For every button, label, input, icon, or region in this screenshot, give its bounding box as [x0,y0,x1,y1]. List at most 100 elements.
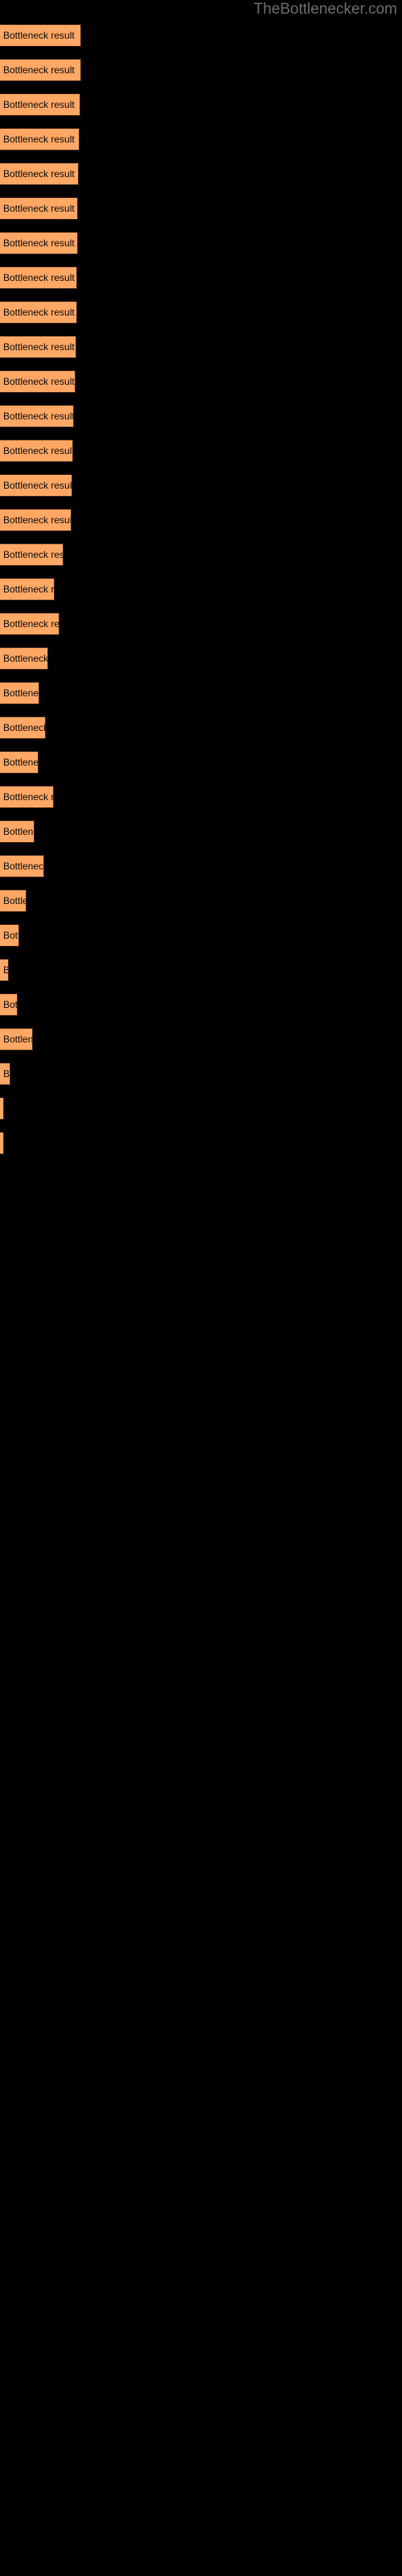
bar-label: Bottleneck result [3,722,46,733]
bar-label: Bottleneck result [3,203,75,214]
bar-label: Bottleneck result [3,99,75,110]
bar-label: Bottleneck result [3,514,72,526]
bar-bottleneck-result[interactable]: Bottleneck result [0,474,72,497]
bar-row: Bottleneck result [0,474,402,509]
bar-bottleneck-result[interactable]: Bottleneck result [0,509,72,531]
bar-label: Bottleneck result [3,895,26,906]
bar-row: Bottleneck result [0,890,402,924]
bar-label: Bottleneck result [3,168,75,180]
bar-bottleneck-result[interactable]: Bottleneck result [0,543,64,566]
bar-bottleneck-result[interactable]: Bottleneck result [0,163,79,185]
bar-label: Bottleneck result [3,1103,4,1114]
bar-bottleneck-result[interactable]: Bottleneck result [0,197,78,220]
bar-bottleneck-result[interactable]: Bottleneck result [0,578,55,601]
bar-bottleneck-result[interactable]: Bottleneck result [0,1132,4,1154]
bar-row: Bottleneck result [0,682,402,716]
bar-label: Bottleneck result [3,549,64,560]
bar-row: Bottleneck result [0,855,402,890]
bar-bottleneck-result[interactable]: Bottleneck result [0,405,74,427]
bar-bottleneck-result[interactable]: Bottleneck result [0,786,54,808]
bar-row: Bottleneck result [0,924,402,959]
bar-bottleneck-result[interactable]: Bottleneck result [0,370,76,393]
bar-bottleneck-result[interactable]: Bottleneck result [0,716,46,739]
bar-row: Bottleneck result [0,647,402,682]
bar-label: Bottleneck result [3,861,44,872]
bar-bottleneck-result[interactable]: Bottleneck result [0,855,44,877]
bar-row: Bottleneck result [0,820,402,855]
bar-bottleneck-result[interactable]: Bottleneck result [0,1063,10,1085]
bar-bottleneck-result[interactable]: Bottleneck result [0,820,35,843]
bar-bottleneck-result[interactable]: Bottleneck result [0,266,77,289]
bar-row: Bottleneck result [0,578,402,613]
bar-label: Bottleneck result [3,1034,33,1045]
bar-row: Bottleneck result [0,197,402,232]
bar-label: Bottleneck result [3,930,18,941]
bar-label: Bottleneck result [3,653,48,664]
bar-bottleneck-result[interactable]: Bottleneck result [0,890,27,912]
bar-bottleneck-result[interactable]: Bottleneck result [0,993,18,1016]
bar-label: Bottleneck result [3,584,55,595]
page-title: TheBottlenecker.com [253,1,397,18]
bar-row: Bottleneck result [0,509,402,543]
bar-label: Bottleneck result [3,341,75,353]
bar-row: Bottleneck result [0,301,402,336]
bar-row: Bottleneck result [0,59,402,93]
bar-label: Bottleneck result [3,411,74,422]
bar-bottleneck-result[interactable]: Bottleneck result [0,440,73,462]
bar-bottleneck-result[interactable]: Bottleneck result [0,301,77,324]
bar-label: Bottleneck result [3,791,54,803]
bar-bottleneck-result[interactable]: Bottleneck result [0,93,80,116]
bar-row: Bottleneck result [0,232,402,266]
bar-row: Bottleneck result [0,751,402,786]
bar-bottleneck-result[interactable]: Bottleneck result [0,1028,33,1051]
bar-bottleneck-result[interactable]: Bottleneck result [0,24,81,47]
bar-label: Bottleneck result [3,826,34,837]
bar-row: Bottleneck result [0,405,402,440]
bar-row: Bottleneck result [0,1132,402,1166]
bar-row: Bottleneck result [0,24,402,59]
bar-label: Bottleneck result [3,237,75,249]
bar-row: Bottleneck result [0,266,402,301]
bar-bottleneck-result[interactable]: Bottleneck result [0,336,76,358]
bar-label: Bottleneck result [3,307,75,318]
bar-row: Bottleneck result [0,1028,402,1063]
bar-label: Bottleneck result [3,30,75,41]
bar-row: Bottleneck result [0,163,402,197]
bar-row: Bottleneck result [0,1063,402,1097]
bar-row: Bottleneck result [0,440,402,474]
bar-label: Bottleneck result [3,376,75,387]
bar-label: Bottleneck result [3,64,75,76]
bar-row: Bottleneck result [0,1097,402,1132]
bar-label: Bottleneck result [3,757,39,768]
bar-bottleneck-result[interactable]: Bottleneck result [0,647,48,670]
bar-label: Bottleneck result [3,999,18,1010]
bar-bottleneck-result[interactable]: Bottleneck result [0,959,9,981]
bar-bottleneck-result[interactable]: Bottleneck result [0,682,39,704]
bar-row: Bottleneck result [0,336,402,370]
bar-row: Bottleneck result [0,959,402,993]
bar-row: Bottleneck result [0,716,402,751]
bar-label: Bottleneck result [3,272,75,283]
bar-label: Bottleneck result [3,1137,4,1149]
bar-row: Bottleneck result [0,993,402,1028]
bar-label: Bottleneck result [3,964,8,976]
bar-bottleneck-result[interactable]: Bottleneck result [0,613,59,635]
bar-label: Bottleneck result [3,134,75,145]
bar-row: Bottleneck result [0,613,402,647]
bar-label: Bottleneck result [3,445,73,456]
bar-bottleneck-result[interactable]: Bottleneck result [0,232,78,254]
bar-label: Bottleneck result [3,618,59,630]
bar-row: Bottleneck result [0,543,402,578]
bar-bottleneck-result[interactable]: Bottleneck result [0,924,19,947]
bar-bottleneck-result[interactable]: Bottleneck result [0,59,81,81]
bar-label: Bottleneck result [3,1068,10,1080]
bar-label: Bottleneck result [3,480,72,491]
bar-chart: Bottleneck result Bottleneck result Bottle… [0,24,402,1166]
bar-bottleneck-result[interactable]: Bottleneck result [0,1097,4,1120]
bar-row: Bottleneck result [0,128,402,163]
bar-row: Bottleneck result [0,93,402,128]
bar-bottleneck-result[interactable]: Bottleneck result [0,128,80,151]
bar-label: Bottleneck result [3,687,39,699]
bar-row: Bottleneck result [0,786,402,820]
bar-bottleneck-result[interactable]: Bottleneck result [0,751,39,774]
